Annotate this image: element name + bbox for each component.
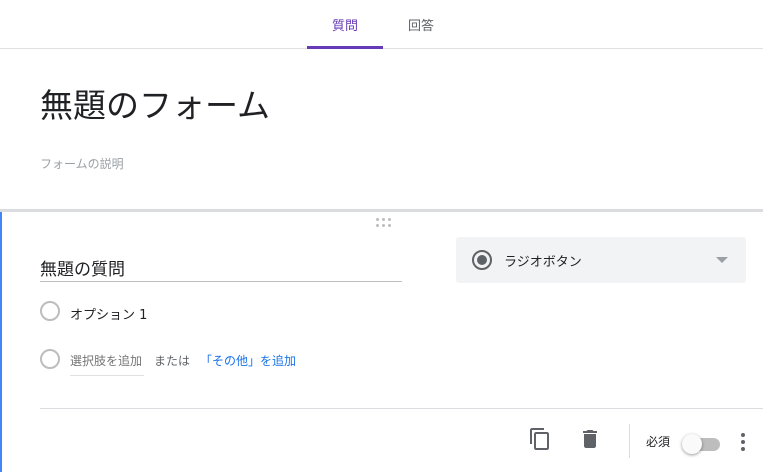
option-1-input[interactable]: オプション 1 [70, 304, 147, 323]
question-type-dropdown[interactable]: ラジオボタン [456, 237, 746, 283]
more-vert-icon[interactable] [735, 430, 751, 454]
toggle-knob [682, 434, 702, 454]
tab-bar: 質問 回答 [0, 0, 763, 49]
drag-handle-icon[interactable] [376, 218, 394, 228]
add-other-link[interactable]: 「その他」を追加 [200, 352, 296, 369]
form-header: 無題のフォーム フォームの説明 [0, 49, 763, 209]
add-option-radio-icon [40, 349, 60, 369]
tab-responses[interactable]: 回答 [386, 0, 456, 48]
add-option-input[interactable]: 選択肢を追加 [70, 352, 145, 376]
radio-button-icon [472, 250, 492, 270]
form-description-field[interactable]: フォームの説明 [40, 155, 124, 172]
trash-icon[interactable] [578, 427, 602, 451]
question-type-label: ラジオボタン [504, 255, 582, 270]
copy-icon[interactable] [528, 427, 552, 451]
card-footer-divider [40, 408, 763, 409]
footer-vertical-divider [629, 424, 630, 458]
tab-questions[interactable]: 質問 [307, 0, 383, 49]
required-label: 必須 [646, 435, 671, 449]
question-card[interactable]: 無題の質問 ラジオボタン オプション 1 選択肢を追加 または 「その他」を追加… [0, 212, 763, 472]
form-title[interactable]: 無題のフォーム [40, 79, 270, 127]
or-text: または [154, 354, 191, 368]
question-title-input[interactable]: 無題の質問 [40, 252, 402, 282]
option-radio-icon [40, 301, 60, 321]
required-toggle[interactable] [682, 434, 720, 454]
chevron-down-icon [716, 257, 728, 263]
